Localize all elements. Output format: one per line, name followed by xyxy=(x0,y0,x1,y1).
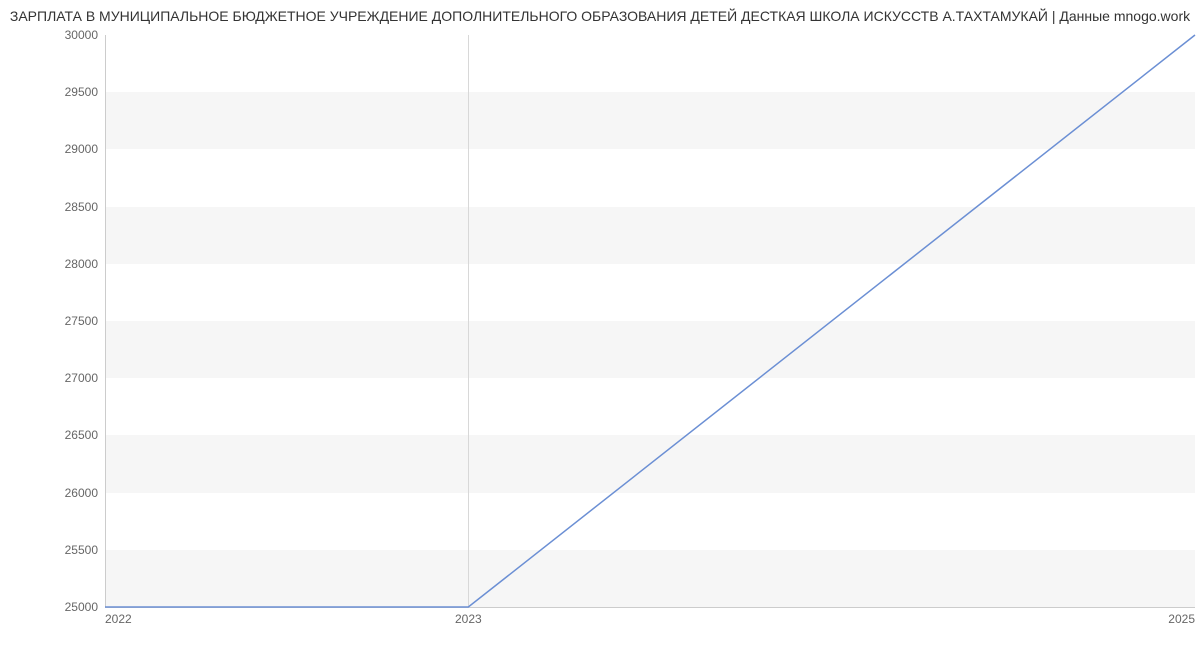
x-tick-label: 2025 xyxy=(1168,612,1195,626)
y-tick-label: 30000 xyxy=(38,28,98,42)
y-tick-label: 28000 xyxy=(38,257,98,271)
y-tick-label: 25000 xyxy=(38,600,98,614)
chart-container: ЗАРПЛАТА В МУНИЦИПАЛЬНОЕ БЮДЖЕТНОЕ УЧРЕЖ… xyxy=(0,0,1200,650)
y-tick-label: 29000 xyxy=(38,142,98,156)
line-series xyxy=(105,35,1195,607)
chart-title: ЗАРПЛАТА В МУНИЦИПАЛЬНОЕ БЮДЖЕТНОЕ УЧРЕЖ… xyxy=(0,8,1200,24)
y-tick-label: 28500 xyxy=(38,200,98,214)
x-tick-label: 2022 xyxy=(105,612,132,626)
y-tick-label: 26500 xyxy=(38,428,98,442)
x-tick-label: 2023 xyxy=(455,612,482,626)
y-tick-label: 26000 xyxy=(38,486,98,500)
y-tick-label: 27500 xyxy=(38,314,98,328)
y-tick-label: 29500 xyxy=(38,85,98,99)
y-tick-label: 25500 xyxy=(38,543,98,557)
y-tick-label: 27000 xyxy=(38,371,98,385)
